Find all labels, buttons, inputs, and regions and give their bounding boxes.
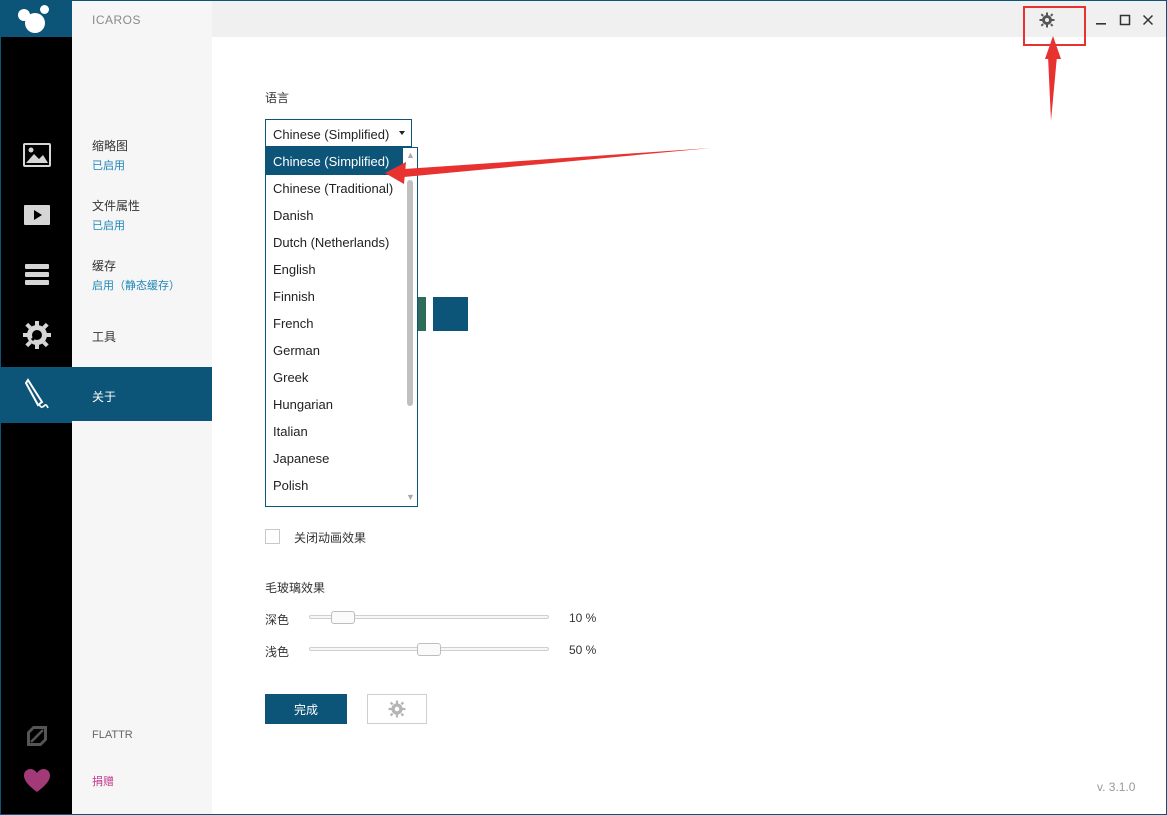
nav-item-label: 缩略图 [92, 139, 129, 153]
nav-item-label: 文件属性 [92, 199, 141, 213]
annotation-arrow-language [404, 148, 711, 177]
light-value: 50 % [569, 643, 597, 657]
scrollbar-thumb[interactable] [407, 180, 413, 406]
dropdown-option[interactable]: Chinese (Simplified) [266, 148, 404, 175]
gear-icon [388, 700, 406, 718]
maximize-icon[interactable] [1115, 11, 1135, 29]
close-icon[interactable] [1138, 11, 1158, 29]
nav-item-label: 缓存 [92, 259, 117, 273]
language-select[interactable]: Chinese (Simplified) [265, 119, 412, 147]
nav-item-about[interactable]: 关于 [72, 367, 212, 421]
glass-effect-title: 毛玻璃效果 [265, 581, 326, 595]
language-dropdown-list: Chinese (Simplified) Chinese (Traditiona… [265, 147, 418, 507]
dropdown-option[interactable]: Chinese (Traditional) [266, 175, 404, 202]
dropdown-option[interactable]: Hungarian [266, 391, 404, 418]
dropdown-option[interactable]: English [266, 256, 404, 283]
dark-slider-thumb[interactable] [330, 611, 355, 624]
about-pen-icon[interactable] [1, 367, 72, 423]
color-swatch-blue[interactable] [433, 297, 468, 331]
version-label: v. 3.1.0 [1097, 780, 1136, 794]
nav-item-label: 工具 [92, 330, 117, 344]
dropdown-option[interactable]: Polish [266, 472, 404, 499]
app-window: ICAROS 缩略图 已启用 文件属性 已启用 缓存 启用（静态缓存） 工具 关… [0, 0, 1167, 815]
video-icon[interactable] [1, 187, 72, 243]
dropdown-option[interactable]: Greek [266, 364, 404, 391]
settings-button[interactable] [367, 694, 427, 724]
disable-animation-checkbox[interactable] [265, 529, 280, 544]
scroll-down-icon[interactable]: ▼ [406, 492, 415, 502]
light-slider-thumb[interactable] [417, 643, 441, 656]
dark-label: 深色 [265, 613, 290, 627]
nav-item-label: 关于 [92, 390, 117, 404]
dark-value: 10 % [569, 611, 597, 625]
donate-link[interactable]: 捐赠 [92, 773, 114, 789]
dropdown-option[interactable]: Dutch (Netherlands) [266, 229, 404, 256]
annotation-arrow-settings [1048, 56, 1057, 121]
dropdown-option[interactable]: French [266, 310, 404, 337]
dropdown-option[interactable]: German [266, 337, 404, 364]
cache-stack-icon[interactable] [1, 247, 72, 303]
nav-item-status: 启用（静态缓存） [92, 280, 180, 292]
dropdown-option[interactable]: Danish [266, 202, 404, 229]
icon-rail [1, 1, 72, 814]
nav-item-tools[interactable]: 工具 [72, 313, 212, 357]
nav-item-cache[interactable]: 缓存 启用（静态缓存） [72, 249, 212, 299]
nav-item-status: 已启用 [92, 220, 125, 232]
language-label: 语言 [265, 91, 290, 105]
language-select-value: Chinese (Simplified) [273, 127, 390, 142]
annotation-highlight-box [1023, 6, 1086, 46]
nav-item-status: 已启用 [92, 160, 125, 172]
minimize-icon[interactable] [1091, 11, 1111, 29]
chevron-down-icon [399, 131, 405, 135]
flattr-link[interactable]: FLATTR [92, 729, 133, 741]
light-label: 浅色 [265, 645, 290, 659]
scroll-up-icon[interactable]: ▲ [406, 150, 415, 160]
tools-gear-icon[interactable] [1, 307, 72, 363]
nav-item-properties[interactable]: 文件属性 已启用 [72, 189, 212, 239]
done-button[interactable]: 完成 [265, 694, 347, 724]
heart-icon[interactable] [1, 753, 72, 809]
dropdown-option[interactable]: Finnish [266, 283, 404, 310]
disable-animation-label: 关闭动画效果 [294, 531, 367, 545]
dropdown-option[interactable]: Japanese [266, 445, 404, 472]
nav-item-thumbnails[interactable]: 缩略图 已启用 [72, 129, 212, 179]
dropdown-option[interactable]: Italian [266, 418, 404, 445]
dropdown-scrollbar[interactable]: ▲ ▼ [403, 148, 417, 506]
app-logo [1, 1, 72, 37]
app-title: ICAROS [92, 13, 142, 27]
image-icon[interactable] [1, 127, 72, 183]
title-bar [72, 1, 1166, 37]
